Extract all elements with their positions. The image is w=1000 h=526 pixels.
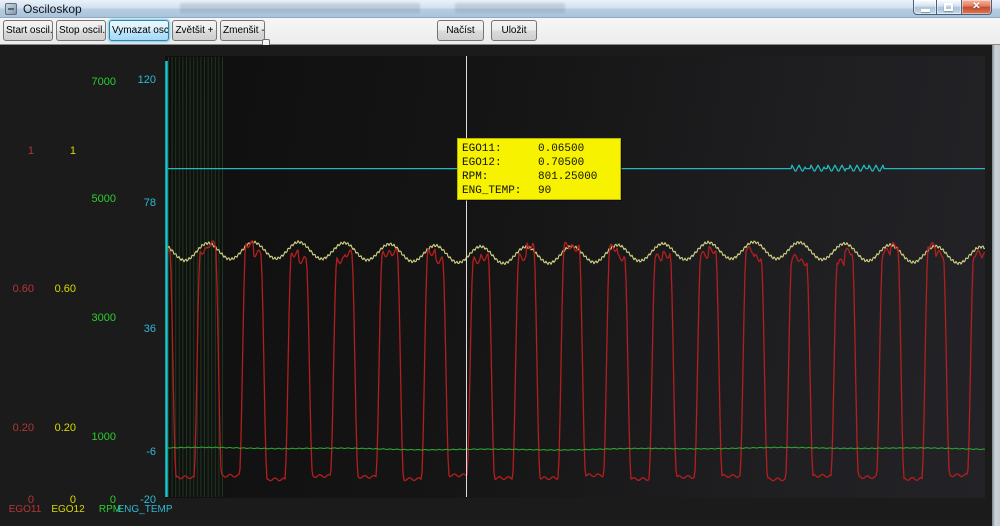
- tooltip-row: ENG_TEMP: 90: [462, 184, 620, 198]
- tooltip-row: EGO12: 0.70500: [462, 156, 620, 170]
- axis-tick-ego11: 1: [27, 145, 34, 157]
- trace-rpm: [167, 446, 985, 451]
- window-controls: ✕: [913, 0, 992, 15]
- axis-tick-eng_temp: 78: [143, 197, 156, 209]
- titlebar-ghost: [180, 3, 420, 13]
- tooltip-value: 0.70500: [538, 157, 585, 169]
- minimize-icon: [921, 9, 930, 12]
- close-button[interactable]: ✕: [961, 0, 992, 15]
- axis-tick-eng_temp: -6: [146, 446, 156, 458]
- axis-tick-ego11: 0.60: [12, 283, 34, 295]
- tooltip-label: EGO11:: [462, 143, 502, 155]
- axis-tick-ego12: 1: [69, 145, 76, 157]
- osciloskop-window: Osciloskop ✕ Start oscil. Stop oscil. Vy…: [0, 0, 1000, 526]
- axis-tick-rpm: 5000: [91, 193, 116, 205]
- tooltip-label: ENG_TEMP:: [462, 185, 522, 197]
- axis-tick-rpm: 7000: [91, 76, 116, 88]
- stop-oscil-button[interactable]: Stop oscil.: [56, 20, 106, 41]
- axis-tick-eng_temp: 120: [137, 74, 156, 86]
- tooltip-value: 801.25000: [538, 171, 598, 183]
- tooltip-row: RPM: 801.25000: [462, 170, 620, 184]
- axis-tick-ego12: 0.60: [54, 283, 76, 295]
- maximize-button[interactable]: [937, 0, 961, 15]
- scope-panel: 1 0.60 0.20 0 EGO11 1 0.60 0.20 0 EGO12 7000 5000 30…: [0, 45, 992, 526]
- maximize-icon: [944, 3, 953, 11]
- minimize-button[interactable]: [913, 0, 937, 15]
- zoom-out-button[interactable]: Zmenšit -: [220, 20, 265, 41]
- axis-name-eng_temp: ENG_TEMP: [117, 504, 173, 515]
- tooltip-label: EGO12:: [462, 157, 502, 169]
- window-right-border: [992, 45, 1000, 526]
- titlebar[interactable]: Osciloskop ✕: [0, 0, 1000, 18]
- plot-area[interactable]: [165, 56, 985, 498]
- zoom-in-button[interactable]: Zvětšit +: [172, 20, 217, 41]
- tooltip-value: 0.06500: [538, 143, 585, 155]
- axis-tick-ego11: 0.20: [12, 422, 34, 434]
- toolbar: Start oscil. Stop oscil. Vymazat oscil Z…: [0, 18, 1000, 56]
- axis-name-ego12: EGO12: [51, 504, 85, 515]
- window-title: Osciloskop: [23, 2, 82, 16]
- titlebar-ghost: [455, 3, 565, 13]
- oscilloscope-traces: [165, 56, 985, 497]
- axis-tick-eng_temp: 36: [143, 323, 156, 335]
- clear-oscil-button[interactable]: Vymazat oscil: [109, 20, 169, 41]
- trace-ego11: [167, 240, 985, 482]
- axis-tick-rpm: 1000: [91, 431, 116, 443]
- save-button[interactable]: Uložit: [491, 20, 537, 41]
- axis-name-ego11: EGO11: [8, 504, 42, 515]
- close-icon: ✕: [972, 1, 981, 12]
- axis-tick-ego12: 0.20: [54, 422, 76, 434]
- start-oscil-button[interactable]: Start oscil.: [3, 20, 53, 41]
- load-button[interactable]: Načíst: [437, 20, 484, 41]
- app-icon: [5, 3, 17, 15]
- cursor-tooltip: EGO11: 0.06500 EGO12: 0.70500 RPM: 801.25000 E…: [457, 138, 621, 200]
- tooltip-label: RPM:: [462, 171, 489, 183]
- axis-tick-rpm: 3000: [91, 312, 116, 324]
- tooltip-value: 90: [538, 185, 552, 197]
- tooltip-row: EGO11: 0.06500: [462, 142, 620, 156]
